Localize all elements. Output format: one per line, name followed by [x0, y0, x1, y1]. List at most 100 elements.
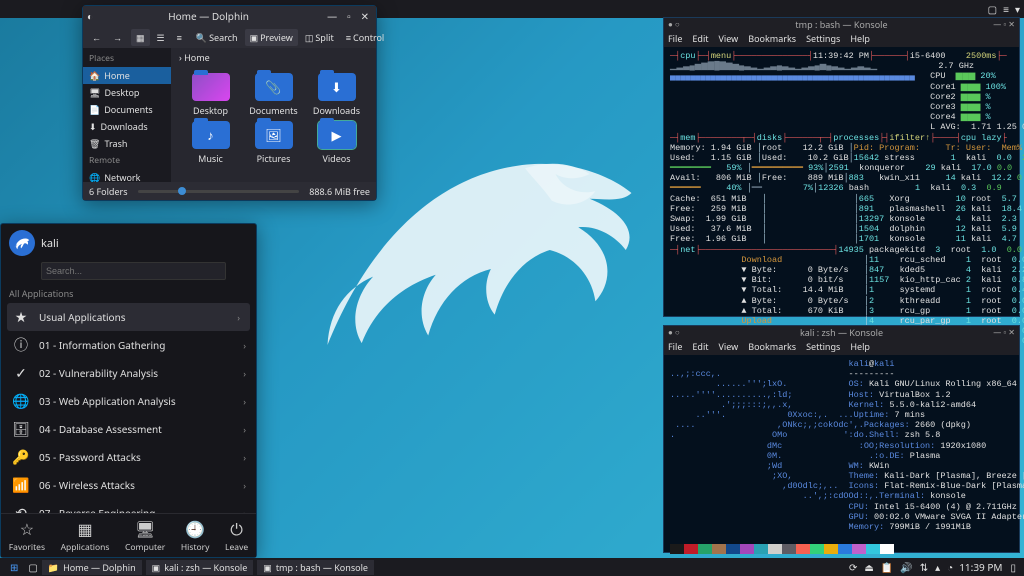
folder-label: Videos — [307, 152, 366, 165]
menu-settings[interactable]: Settings — [806, 340, 840, 353]
folder-label: Music — [181, 152, 240, 165]
close-icon[interactable]: ✕ — [358, 9, 372, 23]
launcher-item[interactable]: ⓘ 01 - Information Gathering › — [1, 331, 256, 359]
terminal-output[interactable]: ─┤cpu├─┤menu├──────────────┤11:39:42 PM├… — [664, 47, 1019, 361]
breadcrumb[interactable]: › Home — [171, 48, 376, 67]
view-tree-button[interactable]: ≡ — [172, 29, 187, 46]
menu-view[interactable]: View — [719, 340, 739, 353]
launcher-tab-history[interactable]: 🕘History — [181, 518, 210, 553]
launcher-item-label: 03 - Web Application Analysis — [39, 394, 176, 408]
places-downloads[interactable]: ⬇ Downloads — [83, 118, 171, 135]
launcher-item[interactable]: 🔑 05 - Password Attacks › — [1, 443, 256, 471]
launcher-tab-favorites[interactable]: ☆Favorites — [9, 518, 45, 553]
category-icon: 🌐 — [11, 391, 31, 411]
chevron-right-icon: › — [237, 311, 240, 324]
menu-help[interactable]: Help — [850, 340, 870, 353]
category-icon: 🔑 — [11, 447, 31, 467]
zoom-slider[interactable] — [138, 190, 300, 193]
minimize-icon[interactable]: — — [993, 19, 1001, 30]
search-button[interactable]: 🔍 Search — [191, 29, 243, 46]
launcher-item[interactable]: ✓ 02 - Vulnerability Analysis › — [1, 359, 256, 387]
maximize-icon[interactable]: ▫ — [1003, 327, 1006, 338]
menu-icon[interactable]: ● ○ — [668, 19, 680, 30]
window-title: kali : zsh — Konsole — [664, 326, 1019, 338]
status-bar: 6 Folders 888.6 MiB free — [83, 182, 376, 200]
menu-edit[interactable]: Edit — [692, 340, 708, 353]
maximize-icon[interactable]: ▫ — [1003, 19, 1006, 30]
view-icons-button[interactable]: ▦ — [131, 29, 150, 46]
panel-icon[interactable]: ▢ — [988, 2, 997, 16]
panel-menu-icon[interactable]: ▾ — [1015, 2, 1020, 16]
launcher-item[interactable]: 🗄 04 - Database Assessment › — [1, 415, 256, 443]
menu-file[interactable]: File — [668, 32, 682, 45]
menu-bookmarks[interactable]: Bookmarks — [748, 340, 796, 353]
folder-count: 6 Folders — [89, 185, 128, 198]
menu-view[interactable]: View — [719, 32, 739, 45]
menu-icon[interactable]: ● ○ — [668, 327, 680, 338]
folder-item-downloads[interactable]: ⬇ Downloads — [307, 73, 366, 117]
launcher-item[interactable]: ★ Usual Applications › — [7, 303, 250, 331]
taskbar-item[interactable]: ▣ kali : zsh — Konsole — [146, 560, 254, 575]
panel-icon[interactable]: ≡ — [1003, 2, 1009, 16]
maximize-icon[interactable]: ▫ — [344, 9, 354, 23]
search-input[interactable] — [41, 262, 226, 280]
launcher-item-label: 04 - Database Assessment — [39, 422, 162, 436]
category-icon: ⓘ — [11, 335, 31, 355]
minimize-icon[interactable]: — — [993, 327, 1001, 338]
kali-logo-icon — [9, 230, 35, 256]
launcher-tab-computer[interactable]: 🖥Computer — [125, 518, 165, 553]
taskbar-item[interactable]: ▣ tmp : bash — Konsole — [257, 560, 374, 575]
close-icon[interactable]: ✕ — [1008, 327, 1015, 338]
places-desktop[interactable]: 🖥 Desktop — [83, 84, 171, 101]
taskbar-launcher-icon[interactable]: ⊞ — [4, 560, 24, 574]
folder-item-documents[interactable]: 📎 Documents — [244, 73, 303, 117]
folder-item-videos[interactable]: ▶ Videos — [307, 121, 366, 165]
control-button[interactable]: ≡ Control — [341, 29, 390, 46]
preview-button[interactable]: ▣ Preview — [245, 29, 298, 46]
minimize-icon[interactable]: — — [324, 9, 340, 23]
launcher-tab-leave[interactable]: ⏻Leave — [225, 518, 248, 553]
chevron-right-icon: › — [243, 479, 246, 492]
launcher-item[interactable]: 📶 06 - Wireless Attacks › — [1, 471, 256, 499]
menu-edit[interactable]: Edit — [692, 32, 708, 45]
chevron-right-icon: › — [243, 423, 246, 436]
menu-settings[interactable]: Settings — [806, 32, 840, 45]
launcher-tab-applications[interactable]: ▦Applications — [61, 518, 110, 553]
tray-network-icon[interactable]: ⇅ — [920, 560, 928, 574]
menu-bookmarks[interactable]: Bookmarks — [748, 32, 796, 45]
split-button[interactable]: ◫ Split — [300, 29, 339, 46]
leave-icon: ⏻ — [225, 518, 248, 540]
back-button[interactable]: ← — [87, 29, 106, 46]
places-network[interactable]: 🌐 Network — [83, 169, 171, 182]
launcher-item-label: 06 - Wireless Attacks — [39, 478, 135, 492]
tray-clipboard-icon[interactable]: 📋 — [881, 560, 893, 574]
folder-label: Downloads — [307, 104, 366, 117]
tray-volume-icon[interactable]: 🔊 — [900, 560, 912, 574]
chevron-right-icon: › — [243, 395, 246, 408]
folder-item-desktop[interactable]: Desktop — [181, 73, 240, 117]
forward-button[interactable]: → — [108, 29, 127, 46]
tray-usb-icon[interactable]: ⏏ — [864, 560, 873, 574]
places-home[interactable]: 🏠 Home — [83, 67, 171, 84]
tray-notification-icon[interactable]: ◔ — [947, 560, 953, 574]
menu-file[interactable]: File — [668, 340, 682, 353]
view-list-button[interactable]: ☰ — [152, 29, 170, 46]
titlebar[interactable]: ◐ Home — Dolphin — ▫ ✕ — [83, 6, 376, 26]
folder-item-pictures[interactable]: 🖼 Pictures — [244, 121, 303, 165]
show-desktop-icon[interactable]: ▢ — [24, 560, 41, 574]
clock[interactable]: 11:39 PM — [959, 560, 1002, 574]
username: kali — [41, 236, 59, 251]
launcher-item-label: 01 - Information Gathering — [39, 338, 165, 352]
launcher-item[interactable]: 🌐 03 - Web Application Analysis › — [1, 387, 256, 415]
menu-help[interactable]: Help — [850, 32, 870, 45]
tray-updates-icon[interactable]: ⟳ — [849, 560, 857, 574]
places-documents[interactable]: 📄 Documents — [83, 101, 171, 118]
tray-chevron-icon[interactable]: ▴ — [935, 560, 940, 574]
dolphin-toolbar: ← → ▦ ☰ ≡ 🔍 Search ▣ Preview ◫ Split ≡ C… — [83, 26, 376, 48]
show-desktop-button[interactable]: ▯ — [1010, 560, 1016, 574]
close-icon[interactable]: ✕ — [1008, 19, 1015, 30]
folder-item-music[interactable]: ♪ Music — [181, 121, 240, 165]
terminal-output[interactable]: kali@kali ..,;:ccc,. --------- ......'''… — [664, 355, 1019, 558]
places-trash[interactable]: 🗑 Trash — [83, 135, 171, 152]
taskbar-item[interactable]: 📁 Home — Dolphin — [42, 560, 142, 575]
